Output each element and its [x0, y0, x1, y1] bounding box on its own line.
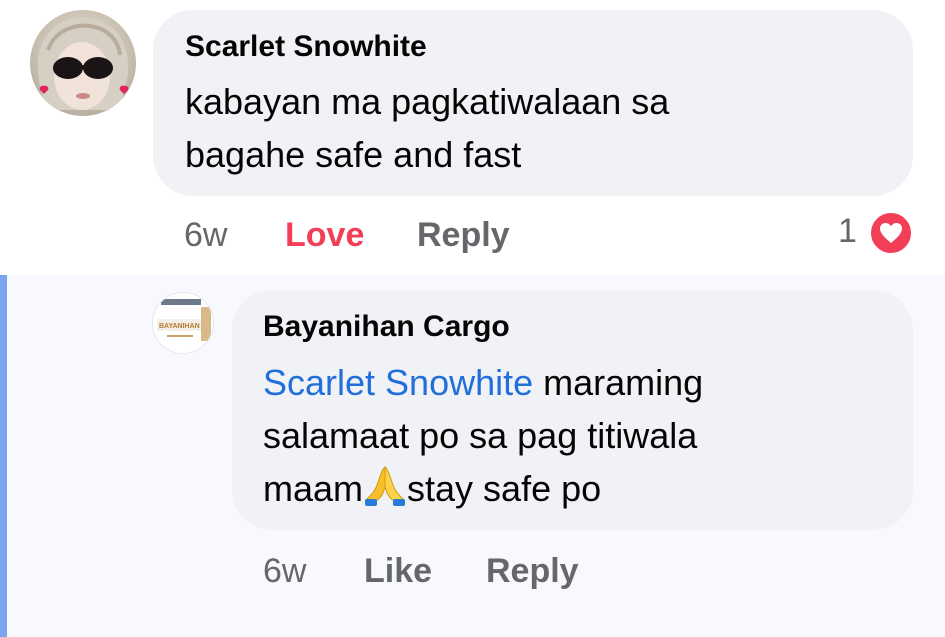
like-button[interactable]: Like: [364, 552, 432, 591]
heart-glyph-icon: [880, 223, 902, 243]
reply-text-line-3-start: maam: [263, 468, 364, 509]
logo-text: BAYANIHAN: [159, 323, 200, 330]
reaction-count[interactable]: 1: [838, 212, 857, 251]
profile-photo-icon: [37, 17, 129, 110]
avatar-bayanihan-cargo[interactable]: BAYANIHAN: [152, 292, 214, 354]
reply-text-line-1-rest: maraming: [533, 362, 704, 403]
comment-author[interactable]: Scarlet Snowhite: [185, 30, 427, 64]
heart-icon[interactable]: [868, 210, 914, 256]
company-logo-icon: BAYANIHAN: [153, 293, 213, 353]
love-button[interactable]: Love: [285, 216, 364, 255]
reply-button[interactable]: Reply: [417, 216, 510, 255]
reply-author[interactable]: Bayanihan Cargo: [263, 310, 510, 344]
reply-text-line-3: maam stay safe po: [263, 462, 601, 515]
reply-text-line-2: salamaat po sa pag titiwala: [263, 415, 698, 456]
mention-link[interactable]: Scarlet Snowhite: [263, 362, 533, 403]
folded-hands-icon: [365, 466, 406, 506]
reply-to-reply-button[interactable]: Reply: [486, 552, 579, 591]
reply-thread-line: [0, 275, 7, 637]
reply-text-line-1: Scarlet Snowhite maraming: [263, 356, 703, 409]
reply-timestamp[interactable]: 6w: [263, 552, 306, 591]
avatar-scarlet-snowhite[interactable]: [30, 10, 136, 116]
reply-text-line-3-end: stay safe po: [407, 468, 602, 509]
comment-timestamp[interactable]: 6w: [184, 216, 227, 255]
comment-text-line-2: bagahe safe and fast: [185, 134, 522, 175]
comment-thread: Scarlet Snowhite kabayan ma pagkatiwalaa…: [0, 0, 945, 637]
comment: Scarlet Snowhite kabayan ma pagkatiwalaa…: [0, 0, 945, 275]
comment-text-line-1: kabayan ma pagkatiwalaan sa: [185, 81, 670, 122]
